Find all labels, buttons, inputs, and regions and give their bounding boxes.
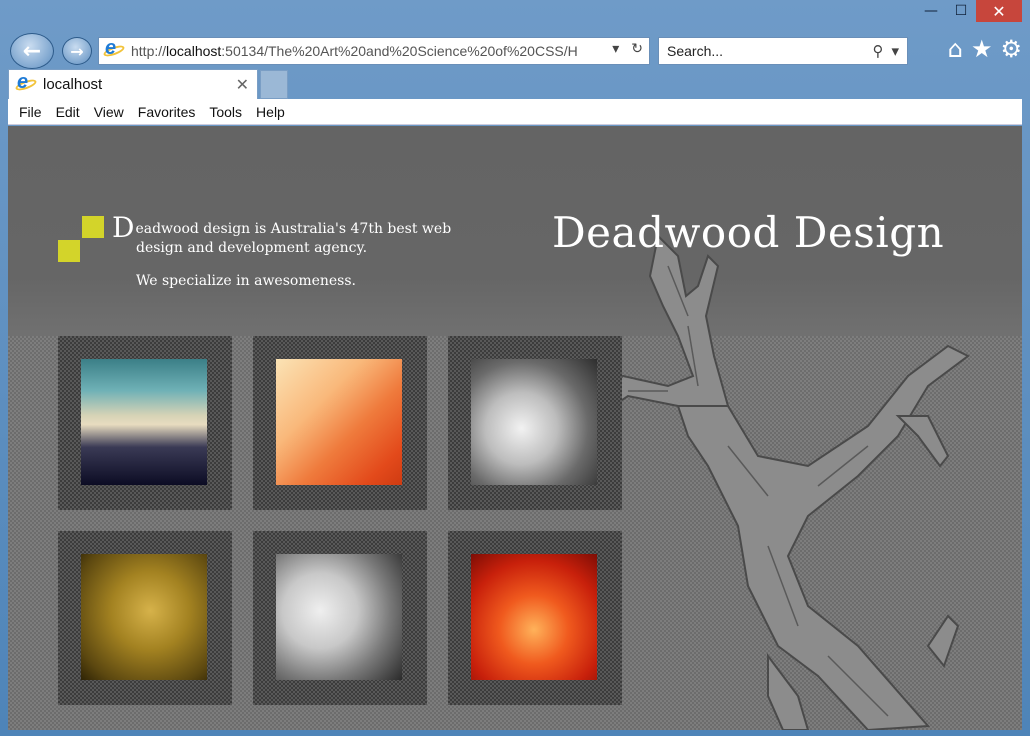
intro-paragraph-continued: design and development agency.: [136, 240, 368, 256]
browser-window: — ☐ ✕ ← → e http://localhost:50134/The%2…: [0, 0, 1030, 736]
home-icon[interactable]: ⌂: [948, 35, 963, 63]
menu-edit[interactable]: Edit: [49, 104, 87, 120]
site-title: Deadwood Design: [552, 208, 945, 257]
menu-file[interactable]: File: [12, 104, 49, 120]
tab-favicon-icon: e: [14, 71, 38, 96]
forward-button[interactable]: →: [62, 37, 92, 65]
search-input[interactable]: Search...: [667, 43, 872, 59]
menu-tools[interactable]: Tools: [202, 104, 249, 120]
close-tab-icon[interactable]: ✕: [236, 75, 249, 94]
settings-gear-icon[interactable]: ⚙: [1000, 35, 1022, 63]
cat-face-photo[interactable]: [471, 359, 597, 485]
orange-fabric-photo[interactable]: [276, 359, 402, 485]
forward-arrow-icon: →: [70, 41, 84, 61]
url-text[interactable]: http://localhost:50134/The%20Art%20and%2…: [131, 43, 601, 59]
ie-page-icon: e: [102, 37, 126, 62]
red-flower-photo[interactable]: [471, 554, 597, 680]
navigation-bar: ← → e http://localhost:50134/The%20Art%2…: [8, 33, 1022, 69]
tab-localhost[interactable]: e localhost ✕: [8, 69, 258, 99]
intro-dropcap: D: [112, 211, 135, 244]
close-window-button[interactable]: ✕: [976, 0, 1022, 22]
menu-bar: File Edit View Favorites Tools Help: [8, 99, 1022, 125]
gallery-tile[interactable]: [448, 531, 622, 705]
gallery-tile[interactable]: [448, 336, 622, 510]
tab-strip: e localhost ✕: [8, 69, 1022, 99]
gallery-tile[interactable]: [253, 531, 427, 705]
menu-help[interactable]: Help: [249, 104, 292, 120]
dead-tree-image: [586, 233, 970, 730]
favorites-star-icon[interactable]: ★: [971, 35, 993, 63]
menu-favorites[interactable]: Favorites: [131, 104, 203, 120]
gallery-tile[interactable]: [58, 336, 232, 510]
logo-mark-icon: [58, 216, 104, 262]
page-viewport: Deadwood design is Australia's 47th best…: [8, 126, 1022, 730]
man-with-bottle-photo[interactable]: [276, 554, 402, 680]
back-arrow-icon: ←: [22, 38, 42, 64]
search-box[interactable]: Search... ⚲ ▾: [658, 37, 908, 65]
menu-view[interactable]: View: [87, 104, 131, 120]
window-controls: — ☐ ✕: [916, 0, 1022, 28]
back-button[interactable]: ←: [10, 33, 54, 69]
intro-paragraph: Deadwood design is Australia's 47th best…: [112, 211, 452, 244]
search-dropdown-icon[interactable]: ▾: [891, 42, 899, 60]
gallery-tile[interactable]: [58, 531, 232, 705]
address-bar[interactable]: e http://localhost:50134/The%20Art%20and…: [98, 37, 650, 65]
refresh-icon[interactable]: ↻: [631, 41, 643, 57]
new-tab-button[interactable]: [260, 70, 288, 99]
tagline: We specialize in awesomeness.: [136, 273, 357, 289]
address-dropdown-icon[interactable]: ▾: [612, 41, 619, 57]
minimize-button[interactable]: —: [916, 0, 946, 22]
maximize-button[interactable]: ☐: [946, 0, 976, 22]
tab-title: localhost: [43, 76, 103, 93]
sunset-landscape-photo[interactable]: [81, 359, 207, 485]
gallery-tile[interactable]: [253, 336, 427, 510]
gold-sequin-photo[interactable]: [81, 554, 207, 680]
search-icon[interactable]: ⚲: [872, 42, 883, 60]
intro-text: Deadwood design is Australia's 47th best…: [112, 211, 472, 291]
